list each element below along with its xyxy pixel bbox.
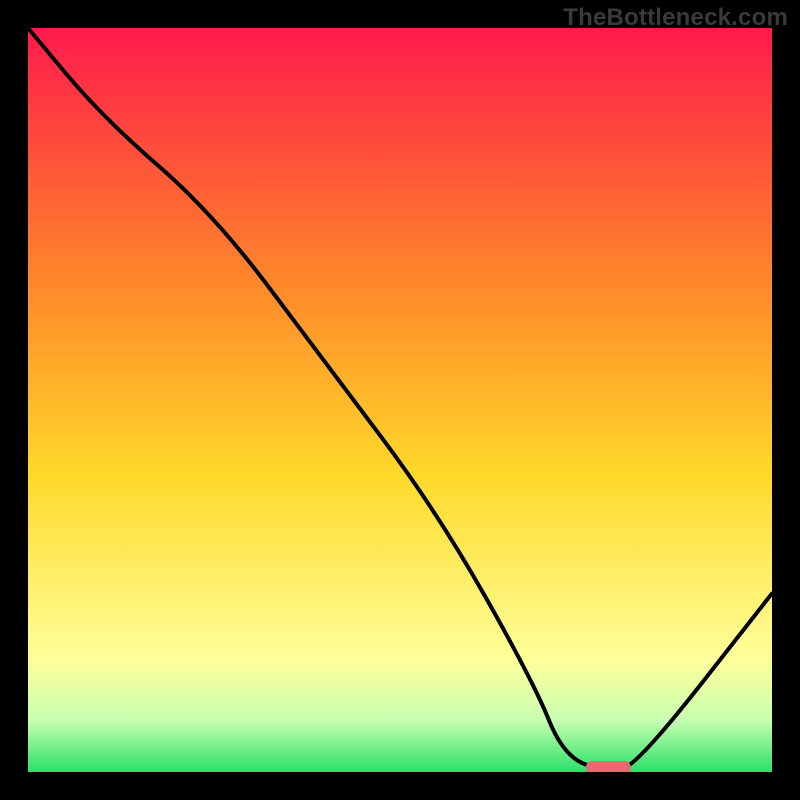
plot-area <box>28 28 772 772</box>
optimum-marker <box>586 761 631 772</box>
chart-svg <box>28 28 772 772</box>
chart-frame: TheBottleneck.com <box>0 0 800 800</box>
gradient-bg <box>28 28 772 772</box>
